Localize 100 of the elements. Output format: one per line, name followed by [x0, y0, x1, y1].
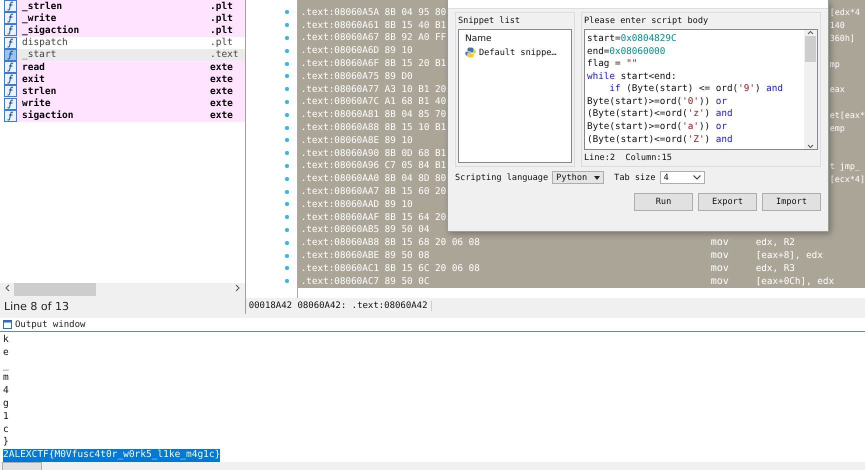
- function-icon: [4, 12, 17, 24]
- code-line: flag = "": [587, 58, 638, 71]
- dialog-button[interactable]: Import: [762, 193, 821, 211]
- mnemonic: mov: [710, 237, 729, 248]
- function-icon: [4, 61, 17, 74]
- panel-title: Output window: [15, 320, 86, 330]
- output-line: e: [3, 346, 9, 360]
- tab-size-label: Tab size: [614, 172, 656, 182]
- output-line: 1: [3, 410, 9, 424]
- breakpoint-dot: [284, 100, 289, 104]
- breakpoint-dot: [284, 36, 289, 40]
- address-bytes: .text:08060A6F 8B 15 20 B1: [300, 58, 446, 70]
- operand: t jmp_: [830, 160, 860, 171]
- operand: [edx*4: [830, 7, 860, 18]
- address-bytes: .text:08060AC1 8B 15 6C 20 06 08: [300, 262, 480, 274]
- breakpoint-dot: [284, 202, 289, 206]
- address-bytes: .text:08060A81 8B 04 85 70: [300, 109, 446, 120]
- address-bytes: .text:08060A5A 8B 04 95 80: [300, 6, 446, 18]
- function-row[interactable]: _start .text: [4, 48, 245, 61]
- scroll-right-icon[interactable]: [235, 284, 240, 292]
- breakpoint-dot: [284, 254, 289, 258]
- function-row[interactable]: _sigaction .plt: [4, 24, 245, 37]
- dropdown-caret-icon: [594, 176, 600, 180]
- breakpoint-dot: [284, 138, 289, 142]
- code-line: (Byte(start)<=ord('Z') and: [587, 134, 734, 146]
- address-bytes: .text:08060AAD 89 10: [300, 198, 413, 210]
- code-line: if (Byte(start) <= ord('9') and: [608, 83, 784, 96]
- column-header: Name: [465, 34, 493, 44]
- address-bytes: .text:08060A90 8B 0D 68 B1: [300, 148, 446, 159]
- cursor-position: Line:2 Column:15: [584, 153, 673, 163]
- breakpoint-dot: [284, 279, 289, 284]
- breakpoint-dot: [284, 240, 289, 245]
- address-bytes: .text:08060AAF 8B 15 64 20: [300, 212, 446, 223]
- address-bytes: .text:08060A75 89 D0: [300, 70, 413, 82]
- scroll-up-icon[interactable]: [807, 30, 814, 36]
- address-status: 00018A42 08060A42: .text:08060A42: [248, 301, 432, 311]
- code-line: start=0x0804829C: [587, 33, 678, 46]
- scroll-down-icon[interactable]: [807, 143, 814, 149]
- address-bytes: .text:08060A8E 89 10: [300, 134, 413, 146]
- operand: edx, R2: [756, 237, 795, 248]
- address-bytes: .text:08060A67 8B 92 A0 FF: [300, 32, 446, 44]
- function-row[interactable]: dispatch .plt: [4, 36, 245, 49]
- language-label: Scripting language: [455, 172, 548, 182]
- function-icon: [4, 0, 17, 12]
- operand: [eax+0Ch], edx: [756, 276, 834, 287]
- scrollbar-thumb[interactable]: [805, 36, 816, 62]
- operand: mp: [830, 58, 840, 69]
- operand: 140: [830, 20, 845, 30]
- code-line: Byte(start)>=ord('0')) or: [587, 96, 728, 108]
- group-title: Snippet list: [458, 16, 522, 26]
- function-row[interactable]: exit exte: [4, 73, 245, 86]
- scroll-left-icon[interactable]: [4, 284, 10, 292]
- breakpoint-dot: [284, 164, 289, 168]
- code-line: while start<end:: [587, 70, 678, 84]
- operand: 360h]: [830, 32, 855, 43]
- breakpoint-dot: [284, 176, 289, 181]
- operand: et[eax*: [830, 110, 865, 120]
- tab-size-dropdown[interactable]: 4: [660, 171, 705, 184]
- function-row[interactable]: strlen exte: [4, 85, 245, 98]
- dialog-button[interactable]: Run: [634, 193, 693, 211]
- dialog-button[interactable]: Export: [698, 193, 757, 211]
- function-icon: [4, 110, 17, 122]
- address-bytes: .text:08060AB8 8B 15 68 20 06 08: [300, 237, 480, 248]
- operand: eax: [830, 84, 845, 94]
- language-dropdown[interactable]: Python: [552, 171, 604, 184]
- code-line: (Byte(start)<=ord('z') and: [587, 108, 734, 121]
- operand: [ecx*4]: [830, 174, 865, 184]
- address-bytes: .text:08060AA0 8B 04 8D 80: [300, 173, 446, 184]
- breakpoint-dot: [284, 87, 289, 92]
- function-row[interactable]: _write .plt: [4, 12, 245, 24]
- script-editor[interactable]: start=0x0804829C end=0x08060000 flag = "" while start<end: if (Byte(start) <= ord('9') and Byte(start)>=ord('0')) or (Byte(start)<=ord('z') and Byte(start)>=ord('a')) or (Byte(start)<=ord('Z') and: [584, 29, 818, 150]
- chevron-down-icon: [692, 175, 701, 180]
- mnemonic: mov: [710, 250, 729, 262]
- breakpoint-dot: [284, 215, 289, 220]
- address-bytes: .text:08060A77 A3 10 B1 20: [300, 84, 446, 95]
- address-bytes: .text:08060A96 C7 05 84 B1: [300, 160, 446, 172]
- function-row[interactable]: sigaction exte: [4, 110, 245, 122]
- address-bytes: .text:08060A88 8B 15 10 B1: [300, 122, 446, 134]
- breakpoint-dot: [284, 10, 289, 14]
- snippet-item[interactable]: Default snippe…: [465, 47, 565, 58]
- operand: edx, R3: [756, 262, 795, 274]
- address-bytes: .text:08060A7C A1 68 B1 40: [300, 96, 446, 108]
- breakpoint-dot: [284, 62, 289, 66]
- address-bytes: .text:08060AB5 89 50 04: [300, 224, 430, 236]
- output-line: 4: [3, 385, 9, 398]
- function-row[interactable]: _strlen .plt: [4, 0, 245, 12]
- function-row[interactable]: write exte: [4, 98, 245, 110]
- snake-logo-icon: [465, 47, 476, 58]
- breakpoint-dot: [284, 266, 289, 270]
- vertical-scrollbar[interactable]: [804, 30, 817, 149]
- breakpoint-dot: [284, 48, 289, 53]
- breakpoint-dot: [284, 74, 289, 78]
- output-line: _: [3, 360, 9, 372]
- code-line: Byte(start)>=ord('a')) or: [587, 120, 728, 134]
- address-bytes: .text:08060ABE 89 50 08: [300, 250, 430, 262]
- function-row[interactable]: read exte: [4, 60, 245, 74]
- function-icon: [4, 85, 17, 98]
- operand: emp: [830, 122, 845, 133]
- operand: [eax+8], edx: [756, 250, 823, 262]
- group-title: Please enter script body: [584, 16, 710, 26]
